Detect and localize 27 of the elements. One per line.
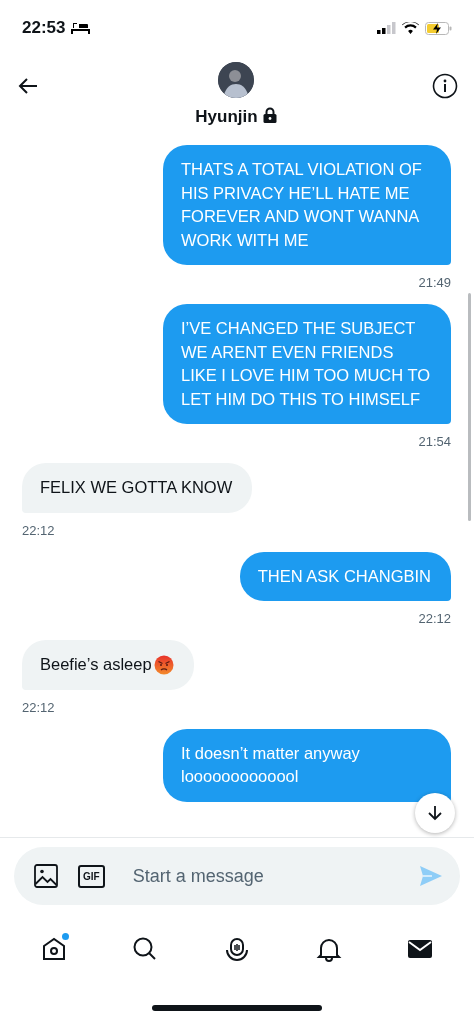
- message-input[interactable]: Start a message: [130, 864, 400, 888]
- received-message-bubble[interactable]: Beefie’s asleep: [22, 640, 194, 690]
- message-time: 22:12: [22, 522, 55, 538]
- battery-charging-icon: [425, 21, 452, 35]
- bed-icon: [71, 22, 91, 34]
- down-arrow-icon: [428, 805, 442, 821]
- microphone-icon[interactable]: [224, 936, 250, 962]
- scroll-down-button[interactable]: [415, 793, 455, 833]
- wifi-icon: [402, 22, 419, 34]
- sent-message-bubble[interactable]: It doesn’t matter anyway looooooooooool: [163, 728, 451, 802]
- message-time: 22:12: [22, 699, 55, 715]
- avatar[interactable]: [218, 62, 254, 98]
- signal-icon: [377, 22, 396, 34]
- received-message-bubble[interactable]: FELIX WE GOTTA KNOW: [22, 463, 253, 513]
- contact-name: Hyunjin: [195, 107, 258, 127]
- sent-message-bubble[interactable]: I’VE CHANGED THE SUBJECT WE ARENT EVEN FRIENDS LIKE I LOVE HIM TOO MUCH TO LET HIM DO THIS TO HIMSELF: [163, 304, 451, 424]
- gif-button[interactable]: GIF: [78, 864, 105, 888]
- home-icon[interactable]: [40, 936, 67, 962]
- sent-message-bubble[interactable]: THEN ASK CHANGBIN: [239, 551, 451, 601]
- message-time: 21:54: [418, 434, 451, 449]
- status-time: 22:53: [22, 18, 66, 38]
- message-time: 22:12: [418, 611, 451, 626]
- sent-message-bubble[interactable]: THATS A TOTAL VIOLATION OF HIS PRIVACY HE’LL HATE ME FOREVER AND WONT WANNA WORK WITH ME: [163, 145, 451, 265]
- image-icon[interactable]: [34, 864, 58, 888]
- message-time: 21:49: [418, 275, 451, 290]
- bell-icon[interactable]: [315, 936, 342, 962]
- info-icon[interactable]: [432, 73, 458, 99]
